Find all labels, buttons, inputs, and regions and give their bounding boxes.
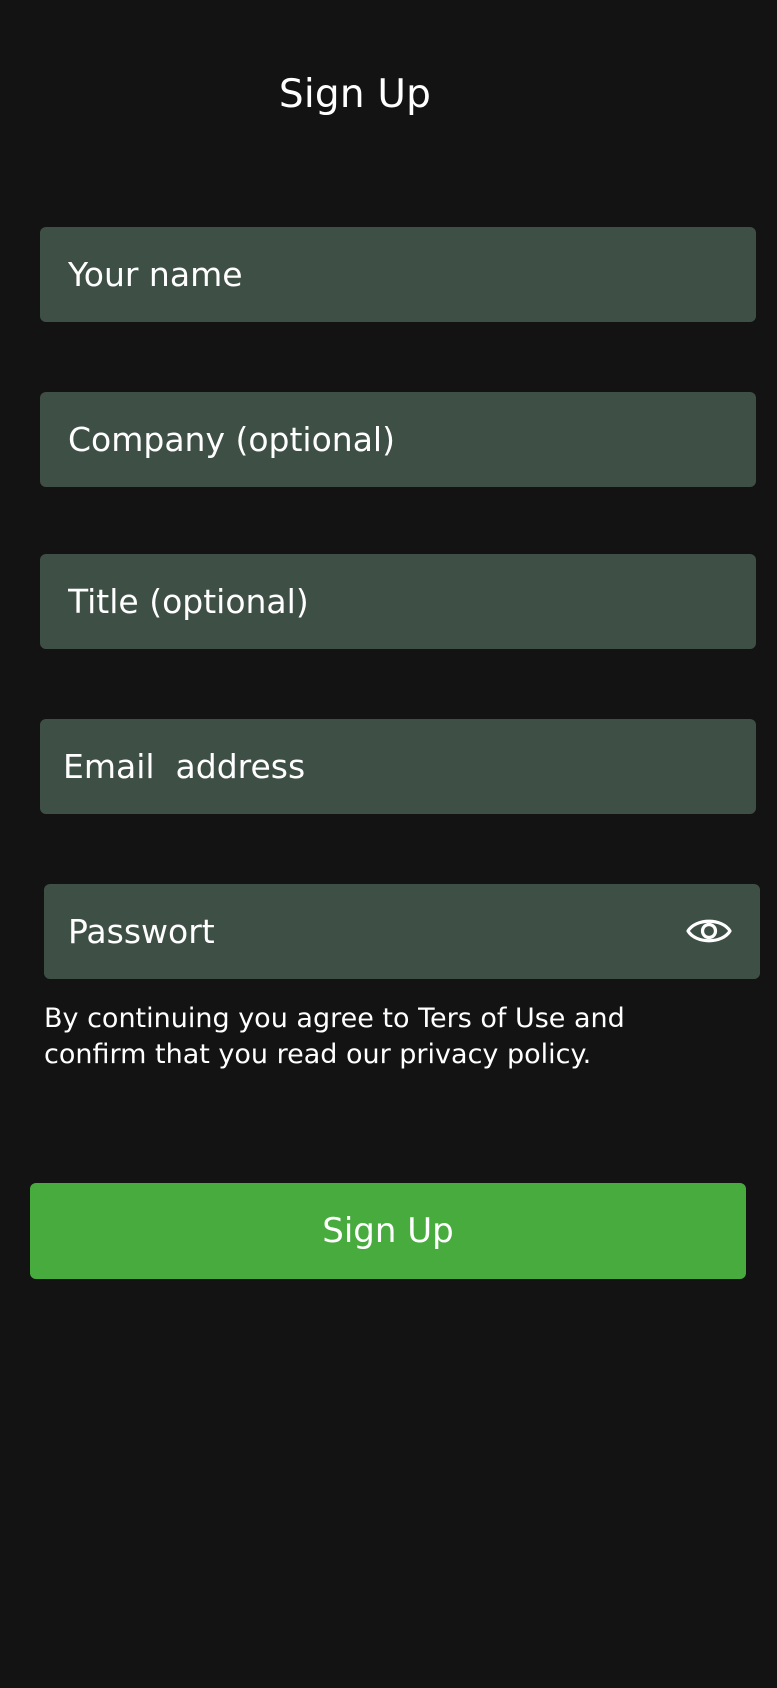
terms-notice: By continuing you agree to Ters of Use a… — [44, 1003, 625, 1070]
company-input[interactable] — [68, 392, 728, 487]
show-password-toggle[interactable] — [686, 911, 732, 951]
company-field-container[interactable] — [40, 392, 756, 487]
title-input[interactable] — [68, 554, 728, 649]
email-input[interactable] — [63, 719, 728, 814]
email-field-container[interactable] — [40, 719, 756, 814]
eye-icon[interactable] — [686, 915, 732, 947]
name-input[interactable] — [68, 227, 728, 322]
sign-up-button[interactable]: Sign Up — [30, 1183, 746, 1279]
password-input[interactable] — [68, 884, 664, 979]
page-title: Sign Up — [278, 72, 432, 117]
title-field-container[interactable] — [40, 554, 756, 649]
password-field-container[interactable] — [44, 884, 760, 979]
name-field-container[interactable] — [40, 227, 756, 322]
